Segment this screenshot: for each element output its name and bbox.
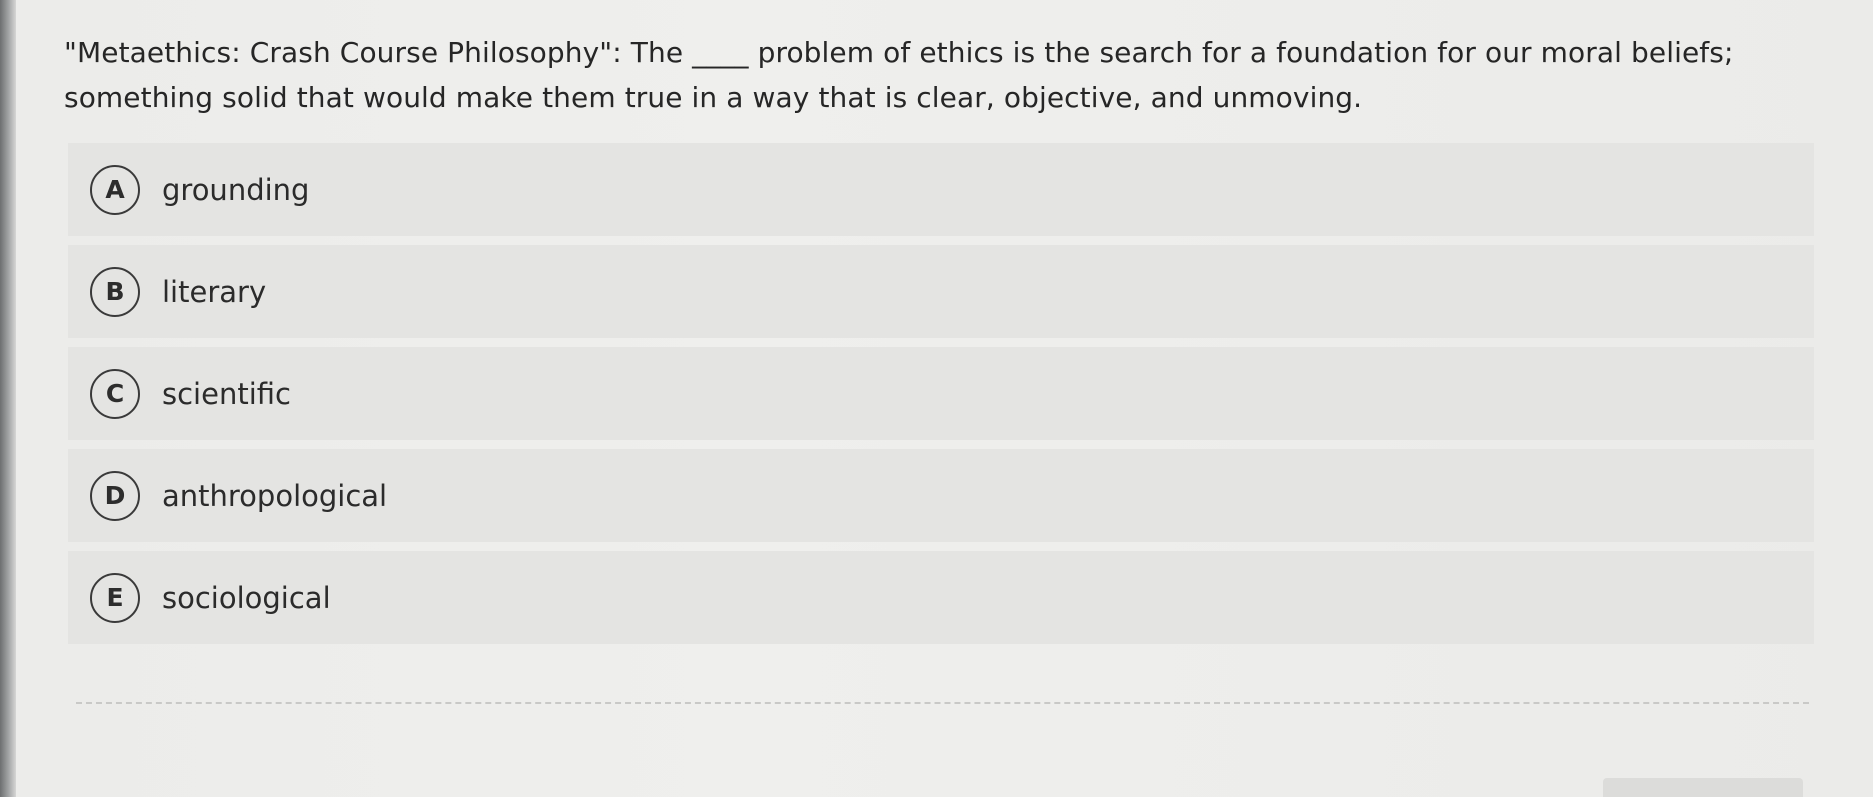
- option-letter: D: [90, 470, 140, 521]
- partial-button[interactable]: [1603, 778, 1803, 797]
- option-label: literary: [162, 274, 267, 309]
- dashed-divider: [76, 702, 1809, 704]
- option-e[interactable]: E sociological: [68, 551, 1814, 644]
- option-a[interactable]: A grounding: [68, 143, 1814, 236]
- answer-options: A grounding B literary C scientific D an…: [68, 143, 1814, 653]
- option-letter: C: [90, 368, 140, 419]
- screen-edge: [0, 0, 16, 797]
- option-letter: E: [90, 572, 140, 623]
- option-b[interactable]: B literary: [68, 245, 1814, 338]
- option-c[interactable]: C scientific: [68, 347, 1814, 440]
- option-label: anthropological: [162, 478, 388, 513]
- option-letter: B: [90, 266, 140, 317]
- option-d[interactable]: D anthropological: [68, 449, 1814, 542]
- question-text: "Metaethics: Crash Course Philosophy": T…: [64, 36, 1734, 114]
- option-label: sociological: [162, 580, 331, 615]
- option-label: scientific: [162, 376, 291, 411]
- option-letter: A: [90, 164, 140, 215]
- option-label: grounding: [162, 172, 310, 207]
